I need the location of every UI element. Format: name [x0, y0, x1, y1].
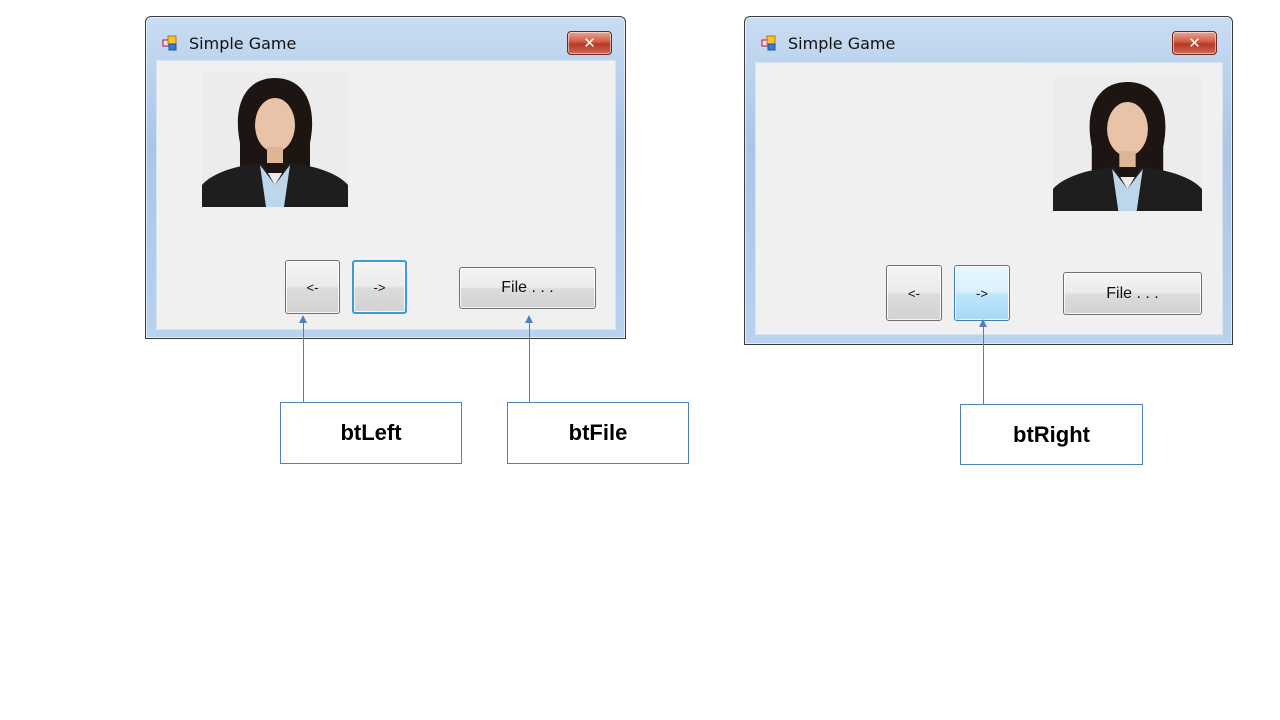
- bt-file-button[interactable]: File . . .: [1063, 272, 1202, 315]
- bt-right-button[interactable]: ->: [352, 260, 407, 314]
- callout-btright: btRight: [960, 404, 1143, 465]
- portrait-picture: [202, 73, 348, 207]
- callout-line: [303, 322, 304, 402]
- simple-game-window-1: Simple Game ✕ <- -> File . . .: [145, 16, 626, 339]
- bt-left-button[interactable]: <-: [285, 260, 340, 314]
- close-button[interactable]: ✕: [1172, 31, 1217, 55]
- bt-file-button[interactable]: File . . .: [459, 267, 596, 309]
- title-bar[interactable]: Simple Game ✕: [745, 17, 1232, 61]
- simple-game-window-2: Simple Game ✕ <- -> File . . .: [744, 16, 1233, 345]
- callout-btfile: btFile: [507, 402, 689, 464]
- title-bar[interactable]: Simple Game ✕: [146, 17, 625, 61]
- close-icon: ✕: [583, 34, 596, 52]
- close-button[interactable]: ✕: [567, 31, 612, 55]
- client-area: <- -> File . . .: [755, 62, 1223, 335]
- bt-right-button[interactable]: ->: [954, 265, 1010, 321]
- client-area: <- -> File . . .: [156, 60, 616, 330]
- close-icon: ✕: [1188, 34, 1201, 52]
- app-icon: [761, 35, 776, 51]
- bt-left-button[interactable]: <-: [886, 265, 942, 321]
- window-title: Simple Game: [189, 34, 297, 53]
- callout-line: [983, 326, 984, 404]
- callout-btleft: btLeft: [280, 402, 462, 464]
- app-icon: [162, 35, 177, 51]
- portrait-picture: [1053, 77, 1202, 211]
- window-title: Simple Game: [788, 34, 896, 53]
- callout-line: [529, 322, 530, 402]
